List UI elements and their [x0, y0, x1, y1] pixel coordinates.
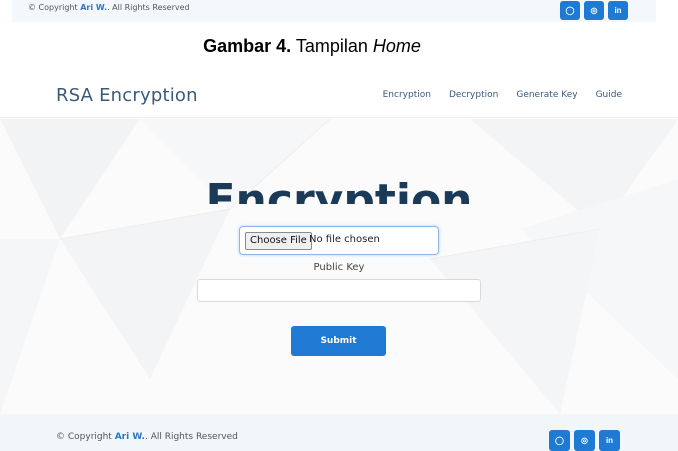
caption-text: Tampilan [295, 36, 368, 56]
copyright-text: © Copyright Ari W.. All Rights Reserved [28, 3, 190, 12]
navbar: RSA Encryption Encryption Decryption Gen… [0, 72, 678, 118]
nav-encryption[interactable]: Encryption [383, 90, 431, 100]
copyright-author[interactable]: Ari W. [80, 3, 107, 12]
page: © Copyright Ari W.. All Rights Reserved … [0, 0, 678, 451]
file-status-text: No file chosen [309, 234, 380, 245]
footer-copyright: © Copyright Ari W.. All Rights Reserved [56, 432, 238, 442]
previous-footer-strip: © Copyright Ari W.. All Rights Reserved … [12, 0, 656, 22]
footer: © Copyright Ari W.. All Rights Reserved … [0, 414, 678, 451]
footer-copyright-prefix: © Copyright [56, 432, 112, 442]
choose-file-button[interactable]: Choose File [245, 232, 312, 250]
page-title-wrap: Encryption [0, 170, 678, 209]
figure-caption: Gambar 4. Tampilan Home [0, 36, 624, 57]
page-title: Encryption [205, 175, 473, 204]
linkedin-icon[interactable]: in [599, 430, 620, 451]
copyright-prefix: © Copyright [28, 3, 78, 12]
social-links: ◯ ◎ in [560, 1, 628, 20]
footer-social-links: ◯ ◎ in [549, 430, 620, 451]
footer-author[interactable]: Ari W. [115, 432, 145, 442]
instagram-icon[interactable]: ◎ [574, 430, 595, 451]
nav-menu: Encryption Decryption Generate Key Guide [383, 90, 622, 100]
brand-logo[interactable]: RSA Encryption [56, 85, 198, 106]
github-icon[interactable]: ◯ [560, 1, 580, 20]
linkedin-icon[interactable]: in [608, 1, 628, 20]
caption-emphasis: Home [372, 36, 421, 56]
figure-number: Gambar 4. [203, 36, 292, 56]
public-key-input[interactable] [197, 279, 481, 302]
submit-button[interactable]: Submit [291, 326, 386, 356]
instagram-icon[interactable]: ◎ [584, 1, 604, 20]
file-input[interactable]: Choose File No file chosen [239, 226, 439, 255]
nav-guide[interactable]: Guide [596, 90, 622, 100]
nav-generate-key[interactable]: Generate Key [516, 90, 577, 100]
github-icon[interactable]: ◯ [549, 430, 570, 451]
copyright-suffix: All Rights Reserved [112, 3, 190, 12]
footer-copyright-suffix: All Rights Reserved [150, 432, 238, 442]
nav-decryption[interactable]: Decryption [449, 90, 498, 100]
public-key-label: Public Key [313, 262, 365, 273]
